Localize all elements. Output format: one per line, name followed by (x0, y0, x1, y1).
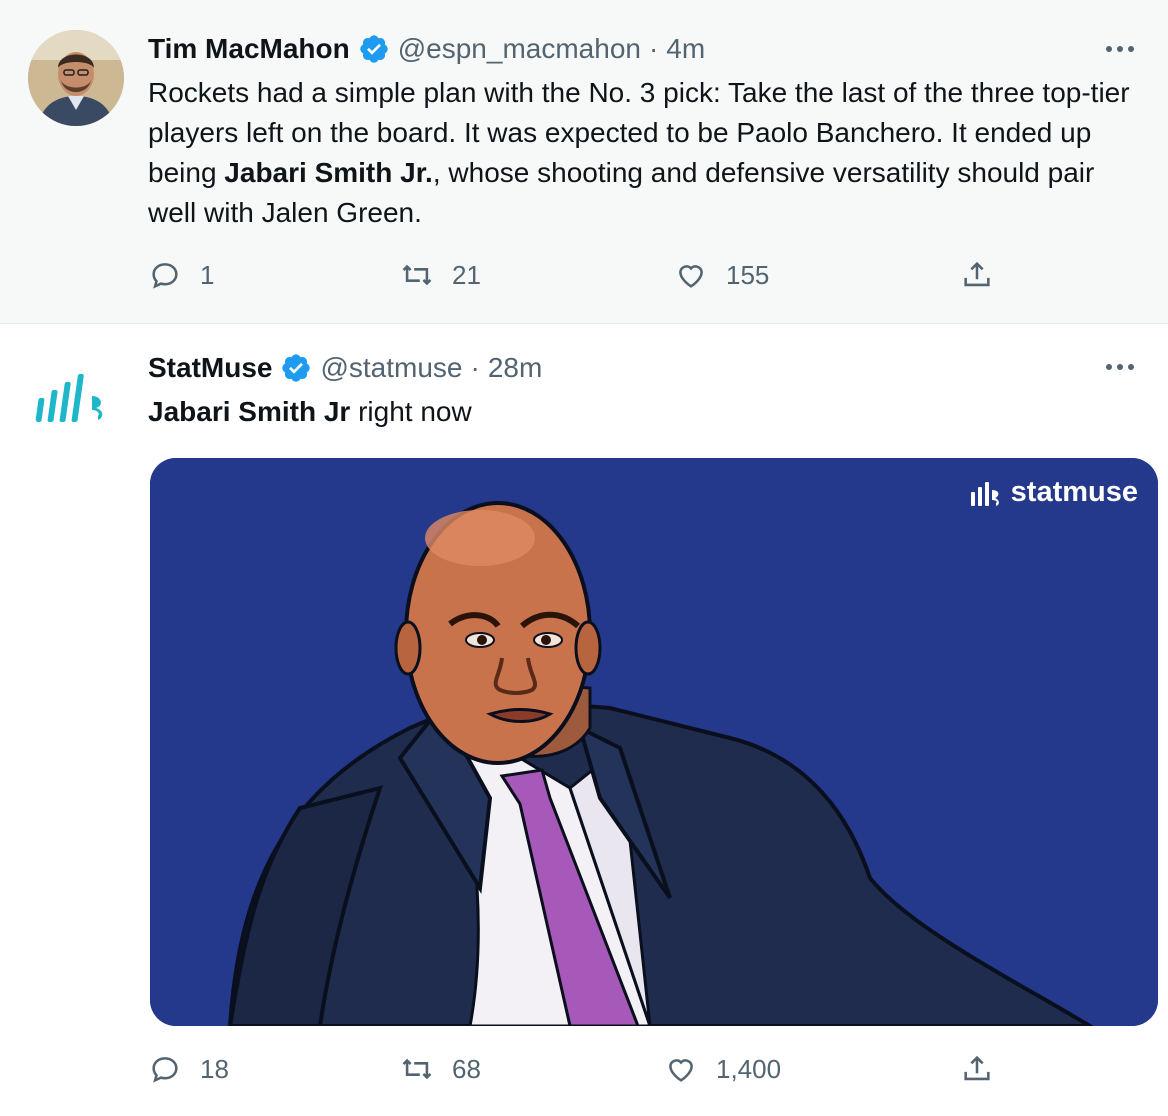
verified-badge-icon (360, 35, 388, 63)
statmuse-wordmark: statmuse (969, 476, 1138, 509)
like-button[interactable]: 1,400 (664, 1052, 781, 1086)
share-icon (964, 261, 990, 287)
statmuse-logo-icon (970, 481, 999, 506)
share-button[interactable] (960, 1052, 994, 1086)
retweet-count: 68 (452, 1053, 481, 1084)
reply-count: 18 (200, 1053, 229, 1084)
verified-badge-icon (282, 354, 311, 382)
more-icon[interactable] (1106, 44, 1140, 54)
action-bar: 18 68 1,400 (148, 1052, 1008, 1092)
like-icon (669, 1059, 693, 1082)
reply-count: 1 (200, 259, 215, 290)
tweet-media-image[interactable]: statmuse (150, 458, 1158, 1026)
author-name[interactable]: StatMuse (148, 352, 272, 384)
avatar-tim-macmahon[interactable] (28, 30, 124, 126)
action-bar: 1 21 155 (148, 258, 1008, 298)
like-count: 1,400 (716, 1053, 782, 1084)
retweet-count: 21 (452, 259, 481, 290)
share-button[interactable] (960, 258, 994, 292)
tweet-header: Tim MacMahon @espn_macmahon · 4m (148, 31, 705, 67)
statmuse-wordmark-text: statmuse (1010, 476, 1138, 508)
tweet-text-bold: Jabari Smith Jr (148, 396, 351, 427)
statmuse-logo-icon (28, 346, 124, 442)
author-handle[interactable]: @statmuse (320, 352, 462, 384)
tweet-statmuse[interactable]: StatMuse @statmuse · 28m Jabari Smith Jr… (0, 324, 1168, 1116)
cartoon-illustration (150, 458, 1158, 1026)
like-button[interactable]: 155 (674, 258, 769, 292)
avatar-statmuse[interactable] (28, 346, 124, 442)
tweet-text-bold: Jabari Smith Jr. (224, 157, 433, 188)
tweet-text: Rockets had a simple plan with the No. 3… (148, 73, 1148, 233)
reply-icon (152, 1057, 178, 1083)
author-handle[interactable]: @espn_macmahon (398, 33, 641, 65)
retweet-button[interactable]: 68 (400, 1052, 481, 1086)
reply-icon (152, 263, 178, 289)
separator-dot: · (470, 352, 480, 383)
separator-dot: · (648, 33, 659, 64)
retweet-button[interactable]: 21 (400, 258, 481, 292)
tweet-text: Jabari Smith Jr right now (148, 392, 1148, 432)
reply-button[interactable]: 18 (148, 1052, 229, 1086)
retweet-icon (402, 1058, 432, 1080)
more-icon[interactable] (1106, 362, 1140, 372)
reply-button[interactable]: 1 (148, 258, 214, 292)
tweet-header: StatMuse @statmuse · 28m (148, 350, 542, 386)
tweet-macmahon[interactable]: Tim MacMahon @espn_macmahon · 4m Rockets… (0, 0, 1168, 324)
tweet-text-part: right now (350, 396, 472, 427)
like-count: 155 (726, 259, 770, 290)
share-icon (964, 1055, 990, 1081)
retweet-icon (402, 264, 432, 286)
like-icon (679, 265, 703, 288)
author-name[interactable]: Tim MacMahon (148, 33, 350, 65)
timestamp[interactable]: 28m (488, 352, 542, 384)
timestamp[interactable]: 4m (666, 33, 705, 65)
